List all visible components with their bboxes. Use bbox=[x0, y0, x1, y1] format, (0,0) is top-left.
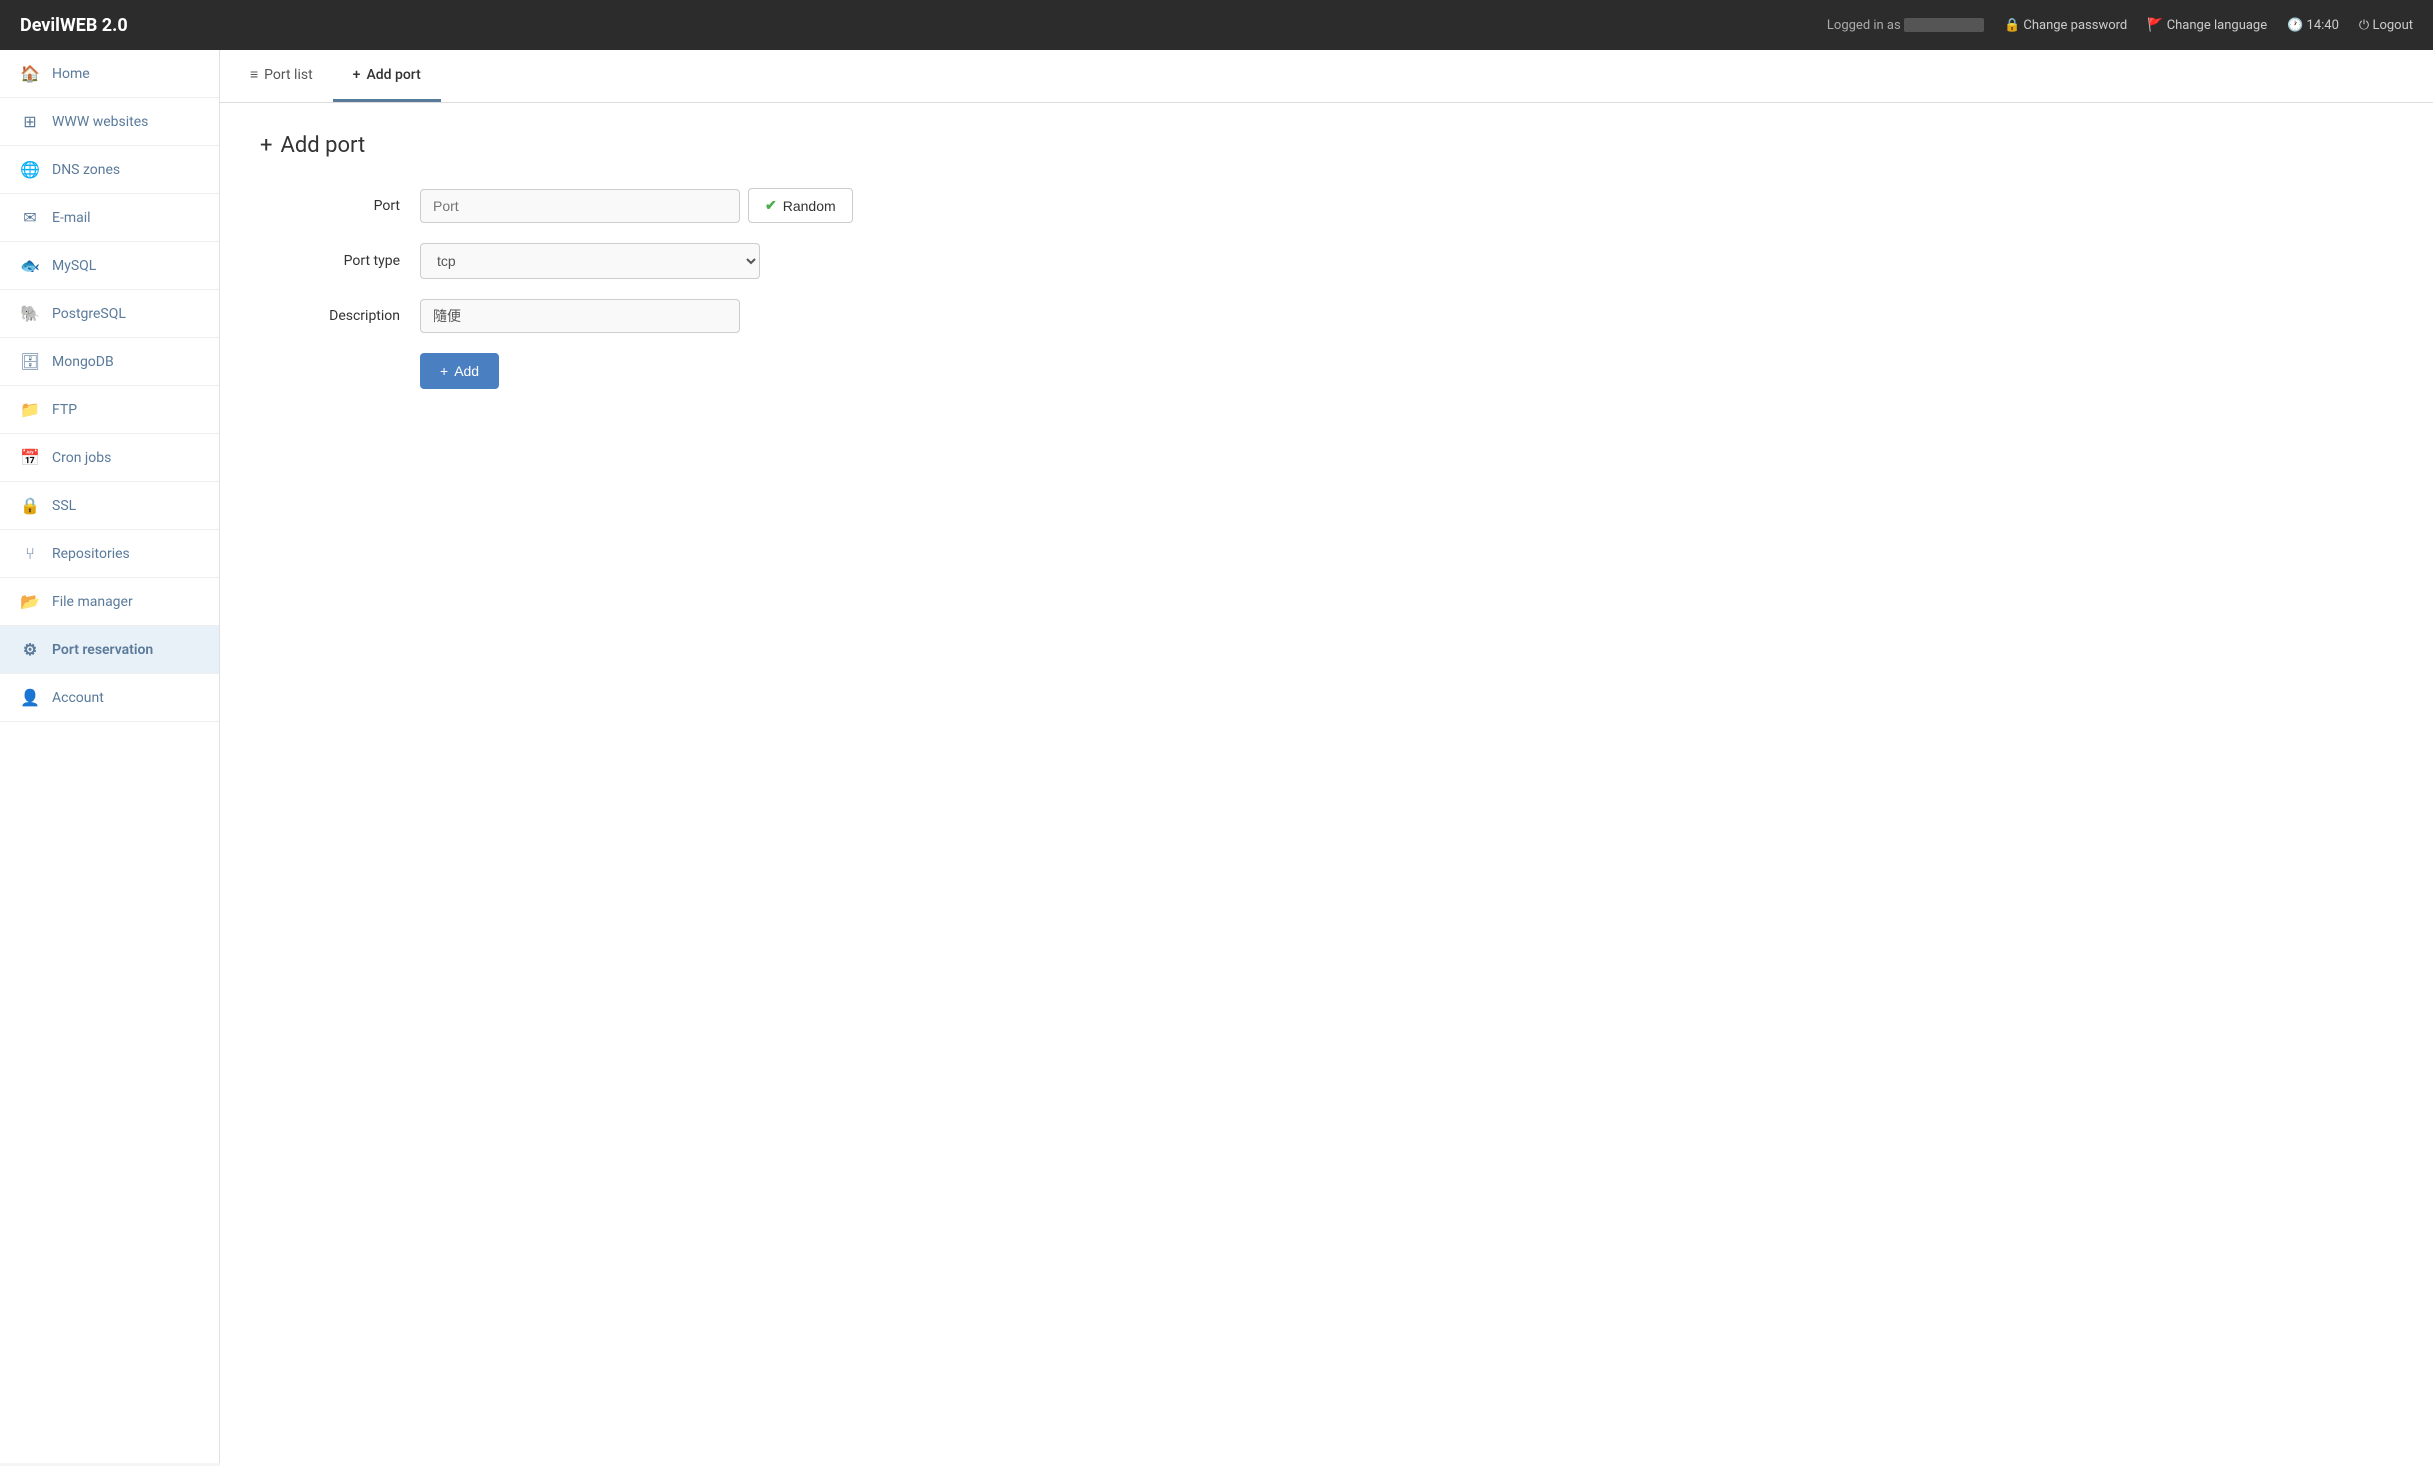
random-button[interactable]: ✔ Random bbox=[748, 188, 853, 223]
filemanager-icon: 📂 bbox=[20, 592, 40, 611]
main-content: ≡ Port list + Add port + Add port Port ✔ bbox=[220, 50, 2433, 1466]
checkmark-icon: ✔ bbox=[765, 197, 777, 214]
button-row: + Add bbox=[420, 353, 2393, 389]
portlist-tab-icon: ≡ bbox=[250, 66, 258, 83]
port-label: Port bbox=[260, 198, 420, 214]
change-language-link[interactable]: 🚩 Change language bbox=[2147, 18, 2267, 33]
port-row: Port ✔ Random bbox=[260, 188, 2393, 223]
description-input[interactable] bbox=[420, 299, 740, 333]
sidebar-item-postgresql[interactable]: 🐘 PostgreSQL bbox=[0, 290, 219, 338]
add-button[interactable]: + Add bbox=[420, 353, 499, 389]
sidebar-item-www[interactable]: ⊞ WWW websites bbox=[0, 98, 219, 146]
port-control-wrapper: ✔ Random bbox=[420, 188, 853, 223]
tab-addport[interactable]: + Add port bbox=[333, 50, 441, 102]
sidebar-label-www: WWW websites bbox=[52, 114, 148, 130]
time-display: 🕐 14:40 bbox=[2287, 18, 2339, 33]
portlist-tab-label: Port list bbox=[264, 67, 312, 83]
app-brand: DevilWEB 2.0 bbox=[20, 15, 128, 36]
port-input[interactable] bbox=[420, 189, 740, 223]
tab-bar: ≡ Port list + Add port bbox=[220, 50, 2433, 103]
page-title-icon: + bbox=[260, 133, 272, 158]
sidebar-item-cron[interactable]: 📅 Cron jobs bbox=[0, 434, 219, 482]
sidebar-item-mysql[interactable]: 🐟 MySQL bbox=[0, 242, 219, 290]
sidebar-label-postgresql: PostgreSQL bbox=[52, 306, 126, 322]
sidebar-label-ftp: FTP bbox=[52, 402, 77, 418]
www-icon: ⊞ bbox=[20, 112, 40, 131]
addport-tab-icon: + bbox=[353, 67, 361, 83]
sidebar-label-mongodb: MongoDB bbox=[52, 354, 114, 370]
sidebar-label-email: E-mail bbox=[52, 210, 91, 226]
sidebar-label-repositories: Repositories bbox=[52, 546, 130, 562]
logged-in-user bbox=[1904, 18, 1984, 32]
logged-in-label: Logged in as bbox=[1827, 18, 1984, 33]
description-label: Description bbox=[260, 308, 420, 324]
account-icon: 👤 bbox=[20, 688, 40, 707]
portreservation-icon: ⚙ bbox=[20, 640, 40, 659]
addport-tab-label: Add port bbox=[366, 67, 420, 83]
change-password-link[interactable]: 🔒 Change password bbox=[2004, 18, 2127, 33]
sidebar-label-account: Account bbox=[52, 690, 104, 706]
sidebar-item-portreservation[interactable]: ⚙ Port reservation bbox=[0, 626, 219, 674]
sidebar-item-dns[interactable]: 🌐 DNS zones bbox=[0, 146, 219, 194]
navbar: DevilWEB 2.0 Logged in as 🔒 Change passw… bbox=[0, 0, 2433, 50]
ssl-icon: 🔒 bbox=[20, 496, 40, 515]
sidebar-label-filemanager: File manager bbox=[52, 594, 133, 610]
sidebar-label-dns: DNS zones bbox=[52, 162, 120, 178]
sidebar-item-repositories[interactable]: ⑂ Repositories bbox=[0, 530, 219, 578]
sidebar-item-filemanager[interactable]: 📂 File manager bbox=[0, 578, 219, 626]
sidebar-item-email[interactable]: ✉ E-mail bbox=[0, 194, 219, 242]
sidebar-label-home: Home bbox=[52, 66, 90, 82]
porttype-select[interactable]: tcp udp bbox=[420, 243, 760, 279]
email-icon: ✉ bbox=[20, 208, 40, 227]
sidebar-item-mongodb[interactable]: 🗄 MongoDB bbox=[0, 338, 219, 386]
sidebar-item-home[interactable]: 🏠 Home bbox=[0, 50, 219, 98]
home-icon: 🏠 bbox=[20, 64, 40, 83]
sidebar-label-cron: Cron jobs bbox=[52, 450, 111, 466]
logout-link[interactable]: ⏻ Logout bbox=[2359, 18, 2413, 33]
ftp-icon: 📁 bbox=[20, 400, 40, 419]
porttype-row: Port type tcp udp bbox=[260, 243, 2393, 279]
description-row: Description bbox=[260, 299, 2393, 333]
mysql-icon: 🐟 bbox=[20, 256, 40, 275]
sidebar: 🏠 Home ⊞ WWW websites 🌐 DNS zones ✉ E-ma… bbox=[0, 50, 220, 1463]
mongodb-icon: 🗄 bbox=[20, 352, 40, 371]
sidebar-label-portreservation: Port reservation bbox=[52, 642, 153, 658]
form-content: + Add port Port ✔ Random Port type bbox=[220, 103, 2433, 1466]
postgresql-icon: 🐘 bbox=[20, 304, 40, 323]
sidebar-label-ssl: SSL bbox=[52, 498, 76, 514]
add-button-icon: + bbox=[440, 363, 448, 379]
navbar-right: Logged in as 🔒 Change password 🚩 Change … bbox=[1827, 18, 2413, 33]
sidebar-item-account[interactable]: 👤 Account bbox=[0, 674, 219, 722]
description-control-wrapper bbox=[420, 299, 740, 333]
porttype-control-wrapper: tcp udp bbox=[420, 243, 760, 279]
cron-icon: 📅 bbox=[20, 448, 40, 467]
tab-portlist[interactable]: ≡ Port list bbox=[230, 50, 333, 102]
repositories-icon: ⑂ bbox=[20, 544, 40, 563]
sidebar-item-ssl[interactable]: 🔒 SSL bbox=[0, 482, 219, 530]
sidebar-item-ftp[interactable]: 📁 FTP bbox=[0, 386, 219, 434]
dns-icon: 🌐 bbox=[20, 160, 40, 179]
page-title: + Add port bbox=[260, 133, 2393, 158]
sidebar-label-mysql: MySQL bbox=[52, 258, 96, 274]
porttype-label: Port type bbox=[260, 253, 420, 269]
